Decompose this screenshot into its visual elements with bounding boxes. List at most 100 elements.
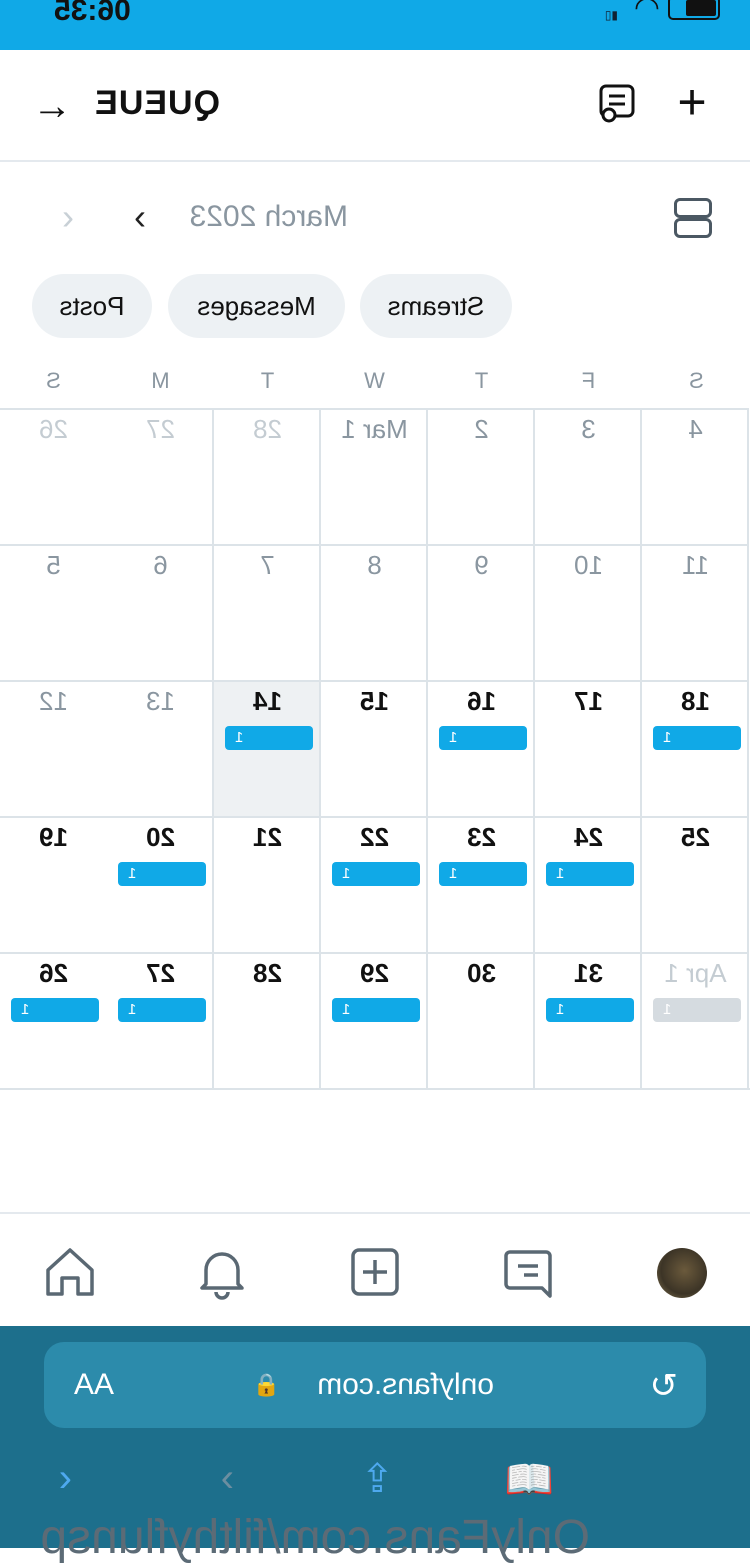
add-icon[interactable]: + [670, 74, 714, 130]
scheduled-count-badge[interactable]: 1 [225, 726, 313, 750]
calendar-day-cell[interactable]: 27 [107, 408, 214, 544]
calendar-day-number: 4 [688, 414, 703, 444]
scheduled-count-badge[interactable]: 1 [11, 998, 99, 1022]
calendar-day-number: Apr 1 [664, 958, 727, 988]
calendar-day-number: 28 [253, 958, 282, 988]
home-icon[interactable] [42, 1244, 98, 1300]
calendar-day-number: 8 [367, 550, 382, 580]
calendar-day-cell[interactable]: 9 [428, 544, 535, 680]
back-nav-icon[interactable]: ‹ [59, 1456, 72, 1501]
calendar-day-cell[interactable]: 28 [214, 408, 321, 544]
scheduled-count-badge[interactable]: 1 [332, 998, 420, 1022]
calendar-day-cell[interactable]: 19 [0, 816, 107, 952]
calendar-day-cell[interactable]: 30 [428, 952, 535, 1088]
calendar-day-cell[interactable]: 10 [535, 544, 642, 680]
scheduled-count-badge[interactable]: 1 [546, 998, 634, 1022]
messages-icon[interactable] [500, 1244, 556, 1300]
scheduled-count-badge[interactable]: 1 [118, 998, 206, 1022]
calendar-day-number: 27 [146, 958, 175, 988]
scheduled-count-badge[interactable]: 1 [439, 862, 527, 886]
weekday-label: S [46, 368, 61, 393]
share-icon[interactable]: ⇪ [360, 1456, 394, 1502]
calendar-day-cell[interactable]: 3 [535, 408, 642, 544]
calendar-day-cell[interactable]: 24 1 [535, 816, 642, 952]
weekday-label: M [151, 368, 170, 393]
calendar-day-cell[interactable]: 15 [321, 680, 428, 816]
calendar-day-cell[interactable]: 28 [214, 952, 321, 1088]
calendar-day-number: 26 [39, 414, 68, 444]
calendar-day-number: 20 [146, 822, 175, 852]
calendar-grid: 26 27 28 Mar 1 2 3 4 5 6 7 8 9 10 11 12 13 14 1 15 16 1 17 18 1… [0, 408, 750, 1090]
calendar-day-number: 15 [360, 686, 389, 716]
scheduled-count-badge[interactable]: 1 [653, 998, 741, 1022]
back-arrow-icon[interactable]: ← [30, 84, 74, 128]
calendar-day-cell[interactable]: 17 [535, 680, 642, 816]
calendar-day-cell[interactable]: 20 1 [107, 816, 214, 952]
calendar-day-cell[interactable]: 12 [0, 680, 107, 816]
tab-messages[interactable]: Messages [168, 274, 345, 338]
calendar-day-number: 10 [574, 550, 603, 580]
calendar-day-cell[interactable]: 22 1 [321, 816, 428, 952]
tab-streams[interactable]: Streams [360, 274, 512, 338]
reader-aa-button[interactable]: AA [74, 1368, 114, 1402]
calendar-day-cell[interactable]: 25 [642, 816, 749, 952]
calendar-day-cell[interactable]: 26 1 [0, 952, 107, 1088]
calendar-day-number: 18 [681, 686, 710, 716]
calendar-day-cell[interactable]: 7 [214, 544, 321, 680]
scheduled-count-badge[interactable]: 1 [332, 862, 420, 886]
calendar-day-cell[interactable]: 18 1 [642, 680, 749, 816]
reload-icon[interactable]: ↻ [650, 1366, 679, 1406]
weekday-header: S M T W T F S [0, 364, 750, 408]
calendar-day-cell[interactable]: Apr 1 1 [642, 952, 749, 1088]
header: ← QUEUE + [0, 50, 750, 162]
calendar-day-cell[interactable]: 13 [107, 680, 214, 816]
calendar-day-number: 16 [467, 686, 496, 716]
calendar-day-cell[interactable]: 29 1 [321, 952, 428, 1088]
avatar[interactable] [657, 1248, 707, 1298]
calendar-day-cell[interactable]: 5 [0, 544, 107, 680]
calendar-day-cell[interactable]: 23 1 [428, 816, 535, 952]
calendar-day-number: 14 [253, 686, 282, 716]
list-icon[interactable] [595, 84, 637, 124]
bell-icon[interactable] [194, 1244, 250, 1300]
calendar-day-cell[interactable]: 4 [642, 408, 749, 544]
chevron-right-icon[interactable]: › [134, 196, 146, 238]
calendar-day-number: 11 [682, 550, 709, 580]
calendar-day-number: 5 [46, 550, 61, 580]
scheduled-count-badge[interactable]: 1 [118, 862, 206, 886]
scheduled-count-badge[interactable]: 1 [546, 862, 634, 886]
calendar-day-cell[interactable]: 16 1 [428, 680, 535, 816]
calendar-day-cell[interactable]: 14 1 [214, 680, 321, 816]
tab-posts[interactable]: Posts [32, 274, 152, 338]
calendar-day-number: 17 [574, 686, 603, 716]
calendar-day-cell[interactable]: 6 [107, 544, 214, 680]
calendar-day-number: 30 [467, 958, 496, 988]
forward-nav-icon[interactable]: › [221, 1456, 234, 1501]
app-root: 06:35 ◠ ▮▯ ← QUEUE + ‹ › March 2023 Post… [0, 0, 750, 1564]
calendar-day-cell[interactable]: 8 [321, 544, 428, 680]
app-bottom-nav [0, 1212, 750, 1328]
add-post-icon[interactable] [347, 1244, 403, 1300]
calendar-day-cell[interactable]: 26 [0, 408, 107, 544]
url-bar[interactable]: AA 🔒 onlyfans.com ↻ [44, 1342, 706, 1428]
grid-divider [0, 1088, 750, 1090]
calendar-day-cell[interactable]: 2 [428, 408, 535, 544]
calendar-day-number: 7 [260, 550, 275, 580]
weekday-label: T [474, 368, 489, 393]
chevron-left-icon[interactable]: ‹ [62, 196, 74, 238]
calendar-day-number: 13 [146, 686, 175, 716]
calendar-day-cell[interactable]: 21 [214, 816, 321, 952]
status-bar: 06:35 ◠ ▮▯ [0, 0, 750, 50]
month-navigation: ‹ › March 2023 [0, 162, 750, 272]
calendar-day-cell[interactable]: Mar 1 [321, 408, 428, 544]
calendar-day-cell[interactable]: 27 1 [107, 952, 214, 1088]
scheduled-count-badge[interactable]: 1 [439, 726, 527, 750]
list-icon-svg [599, 84, 635, 123]
view-toggle-bar [674, 198, 712, 218]
bookmarks-icon[interactable]: 📖 [504, 1456, 554, 1503]
month-label: March 2023 [189, 200, 348, 233]
scheduled-count-badge[interactable]: 1 [653, 726, 741, 750]
view-toggle-icon[interactable] [674, 196, 714, 240]
calendar-day-cell[interactable]: 31 1 [535, 952, 642, 1088]
calendar-day-cell[interactable]: 11 [642, 544, 749, 680]
